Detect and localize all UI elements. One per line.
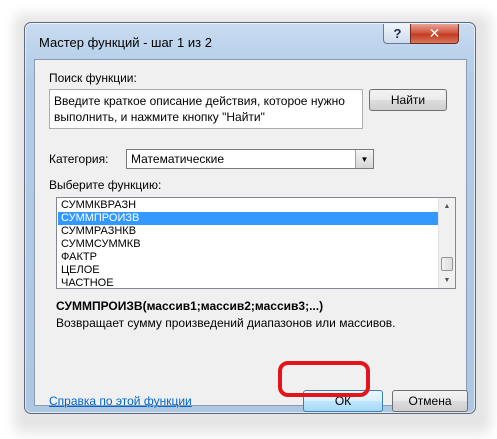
function-list-label: Выберите функцию: bbox=[49, 178, 162, 192]
function-wizard-dialog: Мастер функций - шаг 1 из 2 ? ✕ Поиск фу… bbox=[24, 22, 476, 414]
list-item[interactable]: ФАКТР bbox=[58, 251, 439, 264]
title-bar[interactable]: Мастер функций - шаг 1 из 2 ? ✕ bbox=[25, 23, 475, 59]
dialog-title: Мастер функций - шаг 1 из 2 bbox=[39, 35, 212, 50]
list-item[interactable]: СУММКВРАЗН bbox=[58, 199, 439, 212]
scroll-down-icon[interactable]: ▼ bbox=[439, 272, 455, 288]
find-button[interactable]: Найти bbox=[369, 89, 447, 111]
list-item[interactable]: ЦЕЛОЕ bbox=[58, 264, 439, 277]
scrollbar-thumb[interactable] bbox=[441, 257, 453, 271]
category-select[interactable]: Математические ▼ bbox=[126, 149, 374, 169]
close-icon: ✕ bbox=[428, 25, 441, 41]
cancel-button[interactable]: Отмена bbox=[392, 390, 468, 412]
function-help-link[interactable]: Справка по этой функции bbox=[49, 394, 192, 408]
question-icon: ? bbox=[393, 26, 402, 41]
scroll-up-icon[interactable]: ▲ bbox=[439, 198, 455, 214]
cancel-button-label: Отмена bbox=[408, 394, 452, 408]
close-button[interactable]: ✕ bbox=[410, 24, 459, 44]
category-value: Математические bbox=[131, 152, 224, 166]
list-item[interactable]: СУММСУММКВ bbox=[58, 238, 439, 251]
function-syntax: СУММПРОИЗВ(массив1;массив2;массив3;...) bbox=[56, 299, 324, 313]
list-item[interactable]: СУММРАЗНКВ bbox=[58, 225, 439, 238]
dialog-body: Поиск функции: Введите краткое описание … bbox=[34, 59, 468, 412]
dropdown-arrow-icon[interactable]: ▼ bbox=[355, 150, 373, 168]
help-button[interactable]: ? bbox=[383, 24, 412, 44]
find-button-label: Найти bbox=[390, 93, 426, 107]
function-listbox[interactable]: СУММКВРАЗН СУММПРОИЗВ СУММРАЗНКВ СУММСУМ… bbox=[56, 197, 456, 289]
list-item-selected[interactable]: СУММПРОИЗВ bbox=[58, 212, 439, 225]
vertical-scrollbar[interactable]: ▲ ▼ bbox=[438, 198, 455, 288]
category-label: Категория: bbox=[49, 152, 109, 166]
search-input[interactable]: Введите краткое описание действия, котор… bbox=[49, 89, 363, 129]
ok-highlight-annotation bbox=[278, 361, 370, 397]
list-item[interactable]: ЧАСТНОЕ bbox=[58, 277, 439, 288]
function-description: Возвращает сумму произведений диапазонов… bbox=[56, 316, 396, 330]
search-label: Поиск функции: bbox=[49, 71, 137, 85]
